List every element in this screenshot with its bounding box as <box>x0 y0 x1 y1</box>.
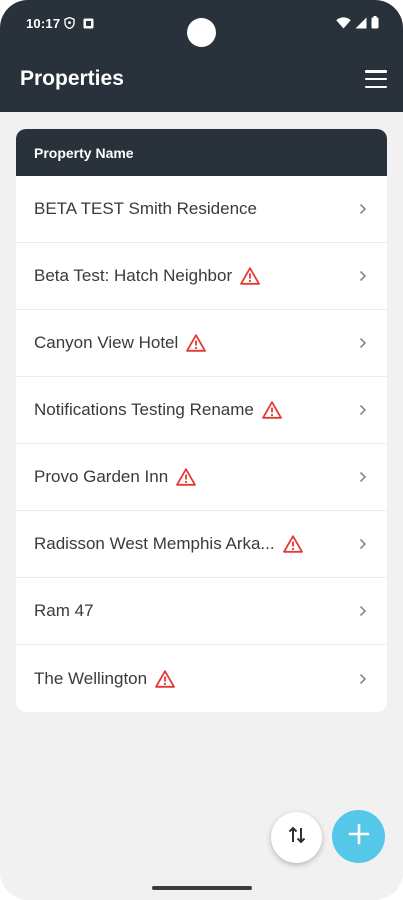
warning-icon <box>155 669 175 688</box>
hamburger-menu-icon[interactable] <box>365 70 387 88</box>
warning-icon <box>240 267 261 285</box>
property-name: Beta Test: Hatch Neighbor <box>34 266 233 285</box>
status-icons-left <box>64 16 94 34</box>
table-row[interactable]: Ram 47 <box>16 578 387 645</box>
chevron-right-icon <box>359 673 367 685</box>
phone-screen: 10:17 Properties Property Name BETA TEST… <box>0 0 403 900</box>
property-name: Notifications Testing Rename <box>34 400 254 419</box>
warning-icon <box>186 334 207 352</box>
warning-icon <box>261 401 282 419</box>
plus-icon <box>348 823 370 850</box>
property-name: BETA TEST Smith Residence <box>34 199 257 218</box>
signal-icon <box>355 16 367 34</box>
table-header: Property Name <box>16 129 387 176</box>
sort-arrows-icon <box>286 824 308 851</box>
status-icons-right <box>336 16 379 34</box>
table-body: BETA TEST Smith Residence Beta Test: Hatc… <box>16 176 387 712</box>
page-title: Properties <box>20 67 124 90</box>
chevron-right-icon <box>359 471 367 483</box>
table-row[interactable]: The Wellington <box>16 645 387 712</box>
property-name: Provo Garden Inn <box>34 467 169 486</box>
chevron-right-icon <box>359 605 367 617</box>
table-row[interactable]: Beta Test: Hatch Neighbor <box>16 243 387 310</box>
property-name: Ram 47 <box>34 601 94 620</box>
table-row[interactable]: BETA TEST Smith Residence <box>16 176 387 243</box>
gesture-nav-handle[interactable] <box>152 886 252 890</box>
chevron-right-icon <box>359 337 367 349</box>
table-row[interactable]: Canyon View Hotel <box>16 310 387 377</box>
table-row[interactable]: Notifications Testing Rename <box>16 377 387 444</box>
chevron-right-icon <box>359 270 367 282</box>
chevron-right-icon <box>359 538 367 550</box>
warning-icon <box>176 468 197 486</box>
properties-table: Property Name BETA TEST Smith Residence B… <box>16 129 387 712</box>
chevron-right-icon <box>359 203 367 215</box>
property-name: Canyon View Hotel <box>34 333 179 352</box>
table-row[interactable]: Provo Garden Inn <box>16 444 387 511</box>
warning-icon <box>282 535 303 553</box>
battery-icon <box>371 16 379 34</box>
add-property-button[interactable] <box>332 810 385 863</box>
camera-cutout <box>187 18 216 47</box>
app-bar: 10:17 Properties <box>0 0 403 112</box>
shield-icon <box>64 16 75 34</box>
notification-icon <box>83 16 94 34</box>
property-name: The Wellington <box>34 668 148 688</box>
chevron-right-icon <box>359 404 367 416</box>
status-time: 10:17 <box>26 16 61 31</box>
wifi-icon <box>336 16 351 34</box>
sort-button[interactable] <box>271 812 322 863</box>
property-name: Radisson West Memphis Arka... <box>34 534 275 553</box>
table-row[interactable]: Radisson West Memphis Arka... <box>16 511 387 578</box>
